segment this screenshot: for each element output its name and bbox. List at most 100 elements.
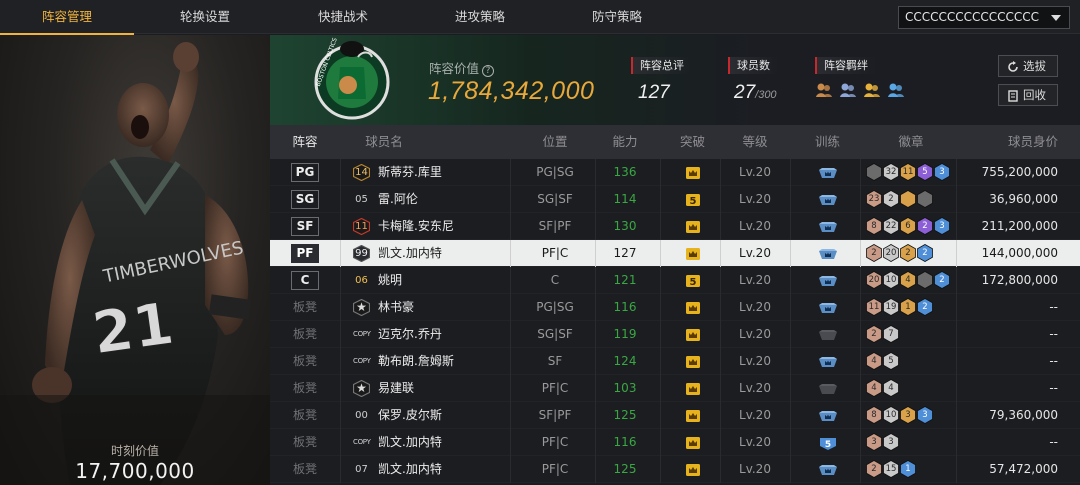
slot-bench-label[interactable]: 板凳 <box>270 375 340 402</box>
player-name[interactable]: 保罗.皮尔斯 <box>378 402 442 429</box>
breakthrough-cell[interactable] <box>665 294 720 321</box>
slot-bench-label[interactable]: 板凳 <box>270 294 340 321</box>
table-row[interactable]: C 06 姚明 C 121 5 Lv.20 20 10 4 2 172,800,000 <box>270 267 1080 294</box>
tab-quick-tactics[interactable]: 快捷战术 <box>276 0 410 34</box>
table-row[interactable]: 板凳 COPY 迈克尔.乔丹 SG|SF 119 Lv.20 2 7 -- <box>270 321 1080 348</box>
badge-list[interactable]: 8 10 3 3 <box>866 406 933 424</box>
player-ability: 114 <box>613 192 637 206</box>
training-cell[interactable] <box>795 402 860 429</box>
slot-badge[interactable]: SF <box>291 217 319 236</box>
breakthrough-cell[interactable] <box>665 240 720 267</box>
help-icon[interactable]: ? <box>482 65 495 77</box>
player-name[interactable]: 斯蒂芬.库里 <box>378 159 442 186</box>
slot-badge[interactable]: SG <box>291 190 319 209</box>
player-name[interactable]: 易建联 <box>378 375 414 402</box>
table-row[interactable]: 板凳 ★ 林书豪 PG|SG 116 Lv.20 11 19 1 2 -- <box>270 294 1080 321</box>
training-cell[interactable] <box>795 348 860 375</box>
training-crown-icon <box>818 221 837 232</box>
player-name[interactable]: 凯文.加内特 <box>378 456 442 483</box>
badge-list[interactable]: 44 <box>866 379 899 397</box>
breakthrough-cell[interactable] <box>665 402 720 429</box>
slot-bench-label[interactable]: 板凳 <box>270 321 340 348</box>
lineup-select[interactable]: CCCCCCCCCCCCCCCC <box>898 6 1070 29</box>
slot-badge[interactable]: PG <box>291 163 319 182</box>
training-cell[interactable] <box>795 240 860 267</box>
breakthrough-cell[interactable] <box>665 159 720 186</box>
badge-list[interactable]: 45 <box>866 352 899 370</box>
header-player-value[interactable]: 球员身价 <box>960 125 1058 159</box>
breakthrough-cell[interactable] <box>665 348 720 375</box>
table-row[interactable]: SF 11 卡梅隆.安东尼 SF|PF 130 Lv.20 8 22 6 2 3 211,200,00… <box>270 213 1080 240</box>
badge-list[interactable]: 33 <box>866 433 899 451</box>
table-row[interactable]: 板凳 00 保罗.皮尔斯 SF|PF 125 Lv.20 8 10 3 3 79,360,000 <box>270 402 1080 429</box>
tab-offense-strategy[interactable]: 进攻策略 <box>413 0 547 34</box>
player-name[interactable]: 凯文.加内特 <box>378 429 442 456</box>
badge-list[interactable]: 2 15 1 <box>866 460 916 478</box>
player-name[interactable]: 雷.阿伦 <box>378 186 418 213</box>
training-cell[interactable] <box>795 321 860 348</box>
player-name[interactable]: 卡梅隆.安东尼 <box>378 213 454 240</box>
chemistry-icons[interactable] <box>815 81 905 99</box>
training-cell[interactable]: 5 <box>795 429 860 456</box>
header-level[interactable]: 等级 <box>720 125 790 159</box>
player-name[interactable]: 迈克尔.乔丹 <box>378 321 442 348</box>
training-cell[interactable] <box>795 186 860 213</box>
featured-player-card[interactable]: TIMBERWOLVES 21 时刻价值 17,700,000 <box>0 35 270 485</box>
badge-list[interactable]: 20 10 4 2 <box>866 271 950 289</box>
chemistry-people-icon <box>864 83 880 97</box>
player-name[interactable]: 姚明 <box>378 267 402 294</box>
player-value: 755,200,000 <box>981 165 1058 179</box>
training-cell[interactable] <box>795 213 860 240</box>
training-cell[interactable] <box>795 375 860 402</box>
badge-hex-icon: 11 <box>866 298 882 316</box>
header-ability[interactable]: 能力 <box>595 125 655 159</box>
slot-badge[interactable]: PF <box>291 244 319 263</box>
badge-hex-icon: 3 <box>900 406 916 424</box>
recycle-button[interactable]: 回收 <box>998 84 1058 106</box>
header-position[interactable]: 位置 <box>510 125 600 159</box>
table-row[interactable]: 板凳 ★ 易建联 PF|C 103 Lv.20 4 4 -- <box>270 375 1080 402</box>
table-row[interactable]: 板凳 COPY 勒布朗.詹姆斯 SF 124 Lv.20 4 5 -- <box>270 348 1080 375</box>
breakthrough-cell[interactable] <box>665 375 720 402</box>
slot-bench-label[interactable]: 板凳 <box>270 348 340 375</box>
breakthrough-cell[interactable] <box>665 456 720 483</box>
player-name[interactable]: 勒布朗.詹姆斯 <box>378 348 454 375</box>
tab-defense-strategy[interactable]: 防守策略 <box>550 0 684 34</box>
training-cell[interactable] <box>795 294 860 321</box>
badge-list[interactable]: 32 11 5 3 <box>866 163 950 181</box>
breakthrough-cell[interactable]: 5 <box>665 186 720 213</box>
badge-list[interactable]: 8 22 6 2 3 <box>866 217 950 235</box>
player-level: Lv.20 <box>739 435 771 449</box>
tab-lineup-management[interactable]: 阵容管理 <box>0 0 134 35</box>
table-row[interactable]: 板凳 COPY 凯文.加内特 PF|C 116 Lv.20 5 3 3 -- <box>270 429 1080 456</box>
pick-button[interactable]: 选拔 <box>998 55 1058 77</box>
player-name[interactable]: 林书豪 <box>378 294 414 321</box>
breakthrough-cell[interactable] <box>665 321 720 348</box>
slot-bench-label[interactable]: 板凳 <box>270 429 340 456</box>
slot-badge[interactable]: C <box>291 271 319 290</box>
player-value: -- <box>1049 435 1058 449</box>
badge-list[interactable]: 27 <box>866 325 899 343</box>
training-cell[interactable] <box>795 267 860 294</box>
breakthrough-cell[interactable] <box>665 429 720 456</box>
slot-bench-label[interactable]: 板凳 <box>270 402 340 429</box>
table-row[interactable]: PF 99 凯文.加内特 PF|C 127 Lv.20 2 20 2 2 144,000,000 <box>270 240 1080 267</box>
badge-list[interactable]: 11 19 1 2 <box>866 298 933 316</box>
breakthrough-cell[interactable]: 5 <box>665 267 720 294</box>
header-breakthrough[interactable]: 突破 <box>665 125 720 159</box>
training-cell[interactable] <box>795 159 860 186</box>
column-divider <box>660 375 661 402</box>
badge-list[interactable]: 2 20 2 2 <box>866 244 933 262</box>
tab-rotation-settings[interactable]: 轮换设置 <box>138 0 272 34</box>
player-level: Lv.20 <box>739 165 771 179</box>
training-cell[interactable] <box>795 456 860 483</box>
player-name[interactable]: 凯文.加内特 <box>378 240 442 267</box>
slot-bench-label[interactable]: 板凳 <box>270 456 340 483</box>
table-row[interactable]: PG 14 斯蒂芬.库里 PG|SG 136 Lv.20 32 11 5 3 755,200,000 <box>270 159 1080 186</box>
badge-list[interactable]: 23 2 <box>866 190 933 208</box>
header-training[interactable]: 训练 <box>795 125 860 159</box>
table-row[interactable]: SG 05 雷.阿伦 SG|SF 114 5 Lv.20 23 2 36,960,000 <box>270 186 1080 213</box>
table-row[interactable]: 板凳 07 凯文.加内特 PF|C 125 Lv.20 2 15 1 57,472,000 <box>270 456 1080 483</box>
breakthrough-cell[interactable] <box>665 213 720 240</box>
column-divider <box>956 186 957 213</box>
